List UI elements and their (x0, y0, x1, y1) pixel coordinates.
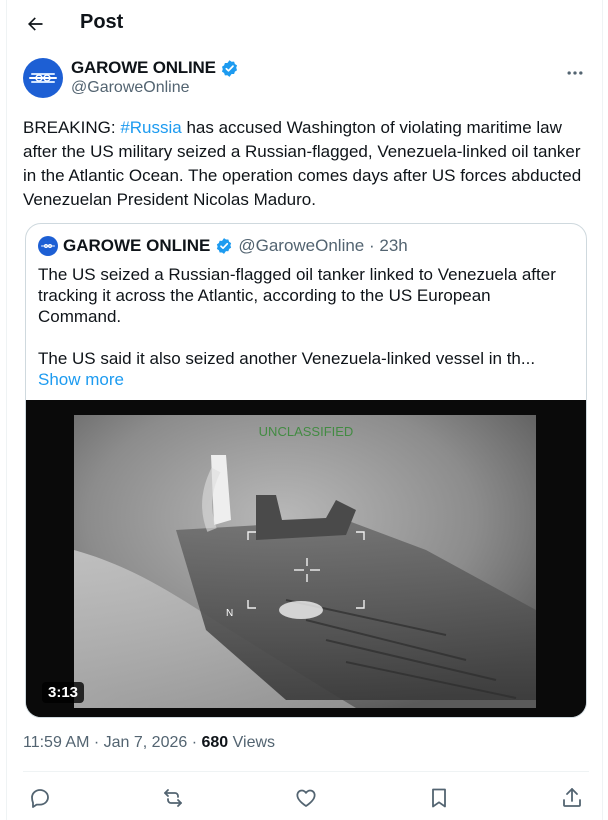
tweet-text: BREAKING: #Russia has accused Washington… (23, 116, 589, 212)
post-time[interactable]: 11:59 AM · Jan 7, 2026 · (23, 734, 201, 751)
video-classification-text: UNCLASSIFIED (259, 424, 354, 439)
post-detail-column: Post GAROWE ONLINE @GaroweOnline BREAKIN… (6, 0, 603, 820)
quoted-display-name: GAROWE ONLINE (63, 236, 211, 255)
video-compass-text: N (226, 608, 233, 619)
reply-icon (31, 789, 49, 808)
author-display-name[interactable]: GAROWE ONLINE (71, 58, 216, 78)
bookmark-button[interactable] (422, 781, 456, 815)
author-block: GAROWE ONLINE @GaroweOnline (23, 58, 239, 98)
quoted-tweet-header: GAROWE ONLINE @GaroweOnline · 23h (38, 236, 408, 256)
garowe-logo-icon (41, 244, 55, 248)
video-duration-badge: 3:13 (42, 682, 85, 703)
action-bar (23, 781, 589, 815)
verified-badge-icon (221, 59, 237, 77)
bookmark-icon (432, 788, 446, 808)
video-thumbnail: UNCLASSIFIED N (26, 400, 586, 717)
quoted-avatar (38, 236, 58, 256)
views-count: 680 (201, 734, 229, 751)
show-more-link[interactable]: Show more (38, 369, 578, 390)
arrow-left-icon (28, 17, 43, 31)
more-dots-icon (567, 71, 583, 75)
author-handle[interactable]: @GaroweOnline (71, 79, 239, 97)
like-icon (296, 789, 316, 807)
quoted-text: The US seized a Russian-flagged oil tank… (38, 264, 578, 390)
quoted-tweet[interactable]: GAROWE ONLINE @GaroweOnline · 23h The US… (25, 223, 587, 718)
tweet-prefix: BREAKING: (23, 118, 121, 137)
like-button[interactable] (289, 781, 323, 815)
video-player[interactable]: UNCLASSIFIED N 3:13 (26, 400, 586, 717)
verified-badge-icon (217, 238, 232, 254)
views-label: Views (228, 734, 276, 751)
share-icon (563, 788, 581, 807)
garowe-logo-icon (29, 73, 57, 83)
divider (23, 771, 589, 772)
share-button[interactable] (555, 781, 589, 815)
post-timestamp: 11:59 AM · Jan 7, 2026 · 680 Views (23, 734, 275, 752)
back-button[interactable] (21, 10, 49, 38)
quoted-paragraph-2: The US said it also seized another Venez… (38, 349, 536, 368)
quoted-handle-time: @GaroweOnline · 23h (238, 236, 408, 255)
repost-icon (164, 789, 182, 807)
quoted-paragraph-1: The US seized a Russian-flagged oil tank… (38, 265, 556, 326)
header: Post (7, 0, 602, 48)
hashtag-link[interactable]: #Russia (120, 118, 181, 137)
repost-button[interactable] (156, 781, 190, 815)
more-options-button[interactable] (564, 62, 586, 84)
page-title: Post (80, 11, 124, 33)
avatar[interactable] (23, 58, 63, 98)
reply-button[interactable] (23, 781, 57, 815)
